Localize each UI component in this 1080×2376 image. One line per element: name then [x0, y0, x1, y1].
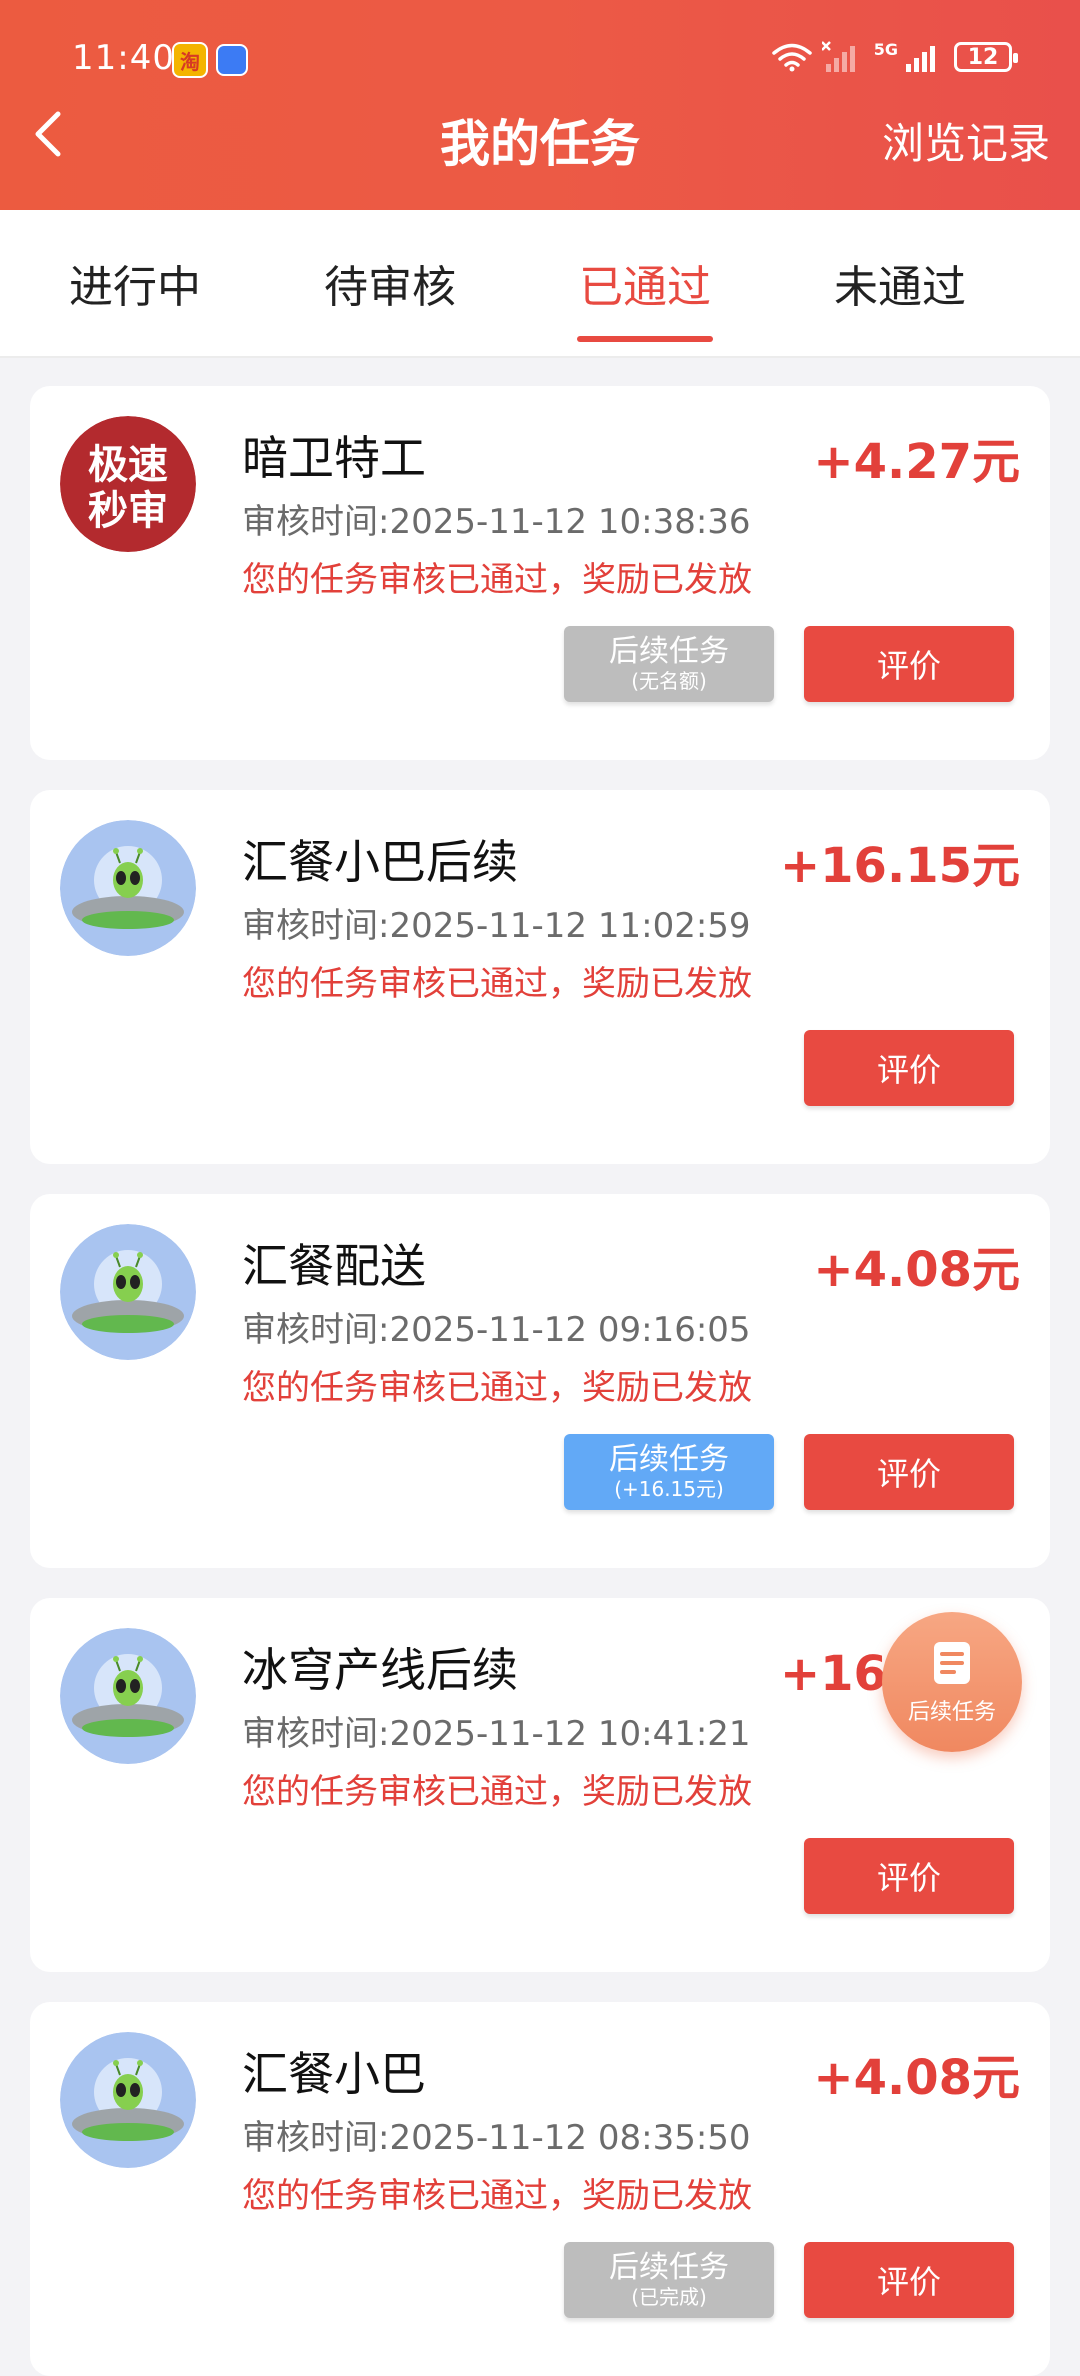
follow-up-task-button[interactable]: 后续任务 (无名额) — [564, 626, 774, 702]
follow-up-sublabel: (无名额) — [631, 669, 707, 694]
status-tabs: 进行中 待审核 已通过 未通过 — [0, 210, 1080, 358]
battery-icon: 12 — [954, 42, 1018, 72]
tab-approved[interactable]: 已通过 — [510, 210, 780, 356]
avatar-text-line2: 秒审 — [88, 488, 168, 534]
wifi-icon — [771, 43, 812, 72]
floating-follow-up-button[interactable]: 后续任务 — [882, 1612, 1022, 1752]
tab-rejected[interactable]: 未通过 — [765, 210, 1035, 356]
task-card[interactable]: 汇餐小巴后续 +16.15元 审核时间:2025-11-12 11:02:59 … — [30, 790, 1050, 1164]
rate-button[interactable]: 评价 — [804, 2242, 1014, 2318]
task-card[interactable]: 汇餐配送 +4.08元 审核时间:2025-11-12 09:16:05 您的任… — [30, 1194, 1050, 1568]
follow-up-label: 后续任务 — [609, 633, 729, 669]
task-avatar: 极速 秒审 — [60, 416, 196, 552]
review-time: 审核时间:2025-11-12 10:41:21 — [242, 1714, 751, 1754]
review-time: 审核时间:2025-11-12 10:38:36 — [242, 502, 751, 542]
alien-ufo-avatar — [60, 2032, 196, 2168]
follow-up-label: 后续任务 — [609, 2249, 729, 2285]
tab-label: 进行中 — [69, 262, 201, 313]
follow-up-sublabel: (已完成) — [631, 2285, 707, 2310]
follow-up-sublabel: (+16.15元) — [614, 1477, 724, 1502]
tab-label: 已通过 — [579, 262, 711, 313]
follow-up-label: 后续任务 — [609, 1441, 729, 1477]
app-notification-icon — [216, 44, 248, 76]
task-reward: +4.08元 — [813, 1242, 1020, 1298]
alien-ufo-avatar — [60, 1628, 196, 1764]
status-icons: 5G 12 — [771, 39, 1018, 74]
task-card[interactable]: 汇餐小巴 +4.08元 审核时间:2025-11-12 08:35:50 您的任… — [30, 2002, 1050, 2376]
review-time: 审核时间:2025-11-12 11:02:59 — [242, 906, 751, 946]
alien-ufo-avatar — [60, 1224, 196, 1360]
review-status-message: 您的任务审核已通过，奖励已发放 — [242, 1368, 752, 1408]
rate-button[interactable]: 评价 — [804, 626, 1014, 702]
review-status-message: 您的任务审核已通过，奖励已发放 — [242, 964, 752, 1004]
rate-button[interactable]: 评价 — [804, 1838, 1014, 1914]
app-header: 11:40 淘 5G 12 我的任务 浏览记录 — [0, 0, 1080, 210]
task-name: 暗卫特工 — [242, 431, 426, 485]
status-time: 11:40 — [72, 38, 175, 78]
review-status-message: 您的任务审核已通过，奖励已发放 — [242, 1772, 752, 1812]
review-time: 审核时间:2025-11-12 08:35:50 — [242, 2118, 751, 2158]
review-status-message: 您的任务审核已通过，奖励已发放 — [242, 560, 752, 600]
alien-ufo-avatar — [60, 820, 196, 956]
follow-up-task-button[interactable]: 后续任务 (+16.15元) — [564, 1434, 774, 1510]
rate-button[interactable]: 评价 — [804, 1030, 1014, 1106]
task-name: 冰穹产线后续 — [242, 1643, 518, 1697]
task-name: 汇餐配送 — [242, 1239, 426, 1293]
tab-label: 待审核 — [324, 262, 456, 313]
task-reward: +16.15元 — [779, 838, 1020, 894]
review-time: 审核时间:2025-11-12 09:16:05 — [242, 1310, 751, 1350]
task-card[interactable]: 极速 秒审 暗卫特工 +4.27元 审核时间:2025-11-12 10:38:… — [30, 386, 1050, 760]
browse-history-link[interactable]: 浏览记录 — [882, 110, 1050, 171]
tab-in-progress[interactable]: 进行中 — [0, 210, 270, 356]
rate-button[interactable]: 评价 — [804, 1434, 1014, 1510]
tab-pending-review[interactable]: 待审核 — [255, 210, 525, 356]
taobao-app-icon: 淘 — [172, 42, 208, 78]
review-status-message: 您的任务审核已通过，奖励已发放 — [242, 2176, 752, 2216]
signal-sim1-icon — [821, 41, 855, 72]
network-type-label: 5G — [873, 39, 898, 59]
follow-up-task-button[interactable]: 后续任务 (已完成) — [564, 2242, 774, 2318]
task-reward: +4.08元 — [813, 2050, 1020, 2106]
task-reward: +4.27元 — [813, 434, 1020, 490]
task-name: 汇餐小巴后续 — [242, 835, 518, 889]
task-name: 汇餐小巴 — [242, 2047, 426, 2101]
avatar-text-line1: 极速 — [88, 442, 168, 488]
document-list-icon — [934, 1642, 970, 1684]
floating-button-label: 后续任务 — [907, 1700, 996, 1725]
active-tab-indicator — [577, 336, 713, 342]
tab-label: 未通过 — [834, 262, 966, 313]
signal-sim2-icon — [906, 46, 935, 72]
